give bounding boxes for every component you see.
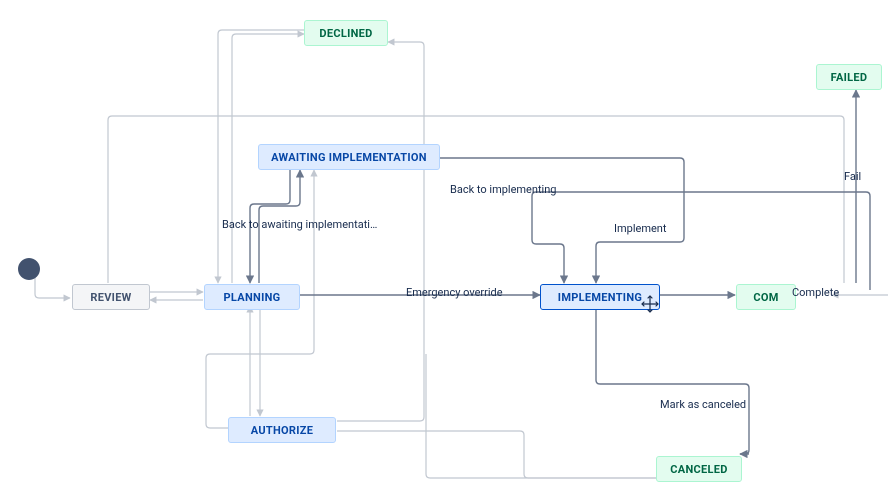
transition-back-to-implementing[interactable]: Back to implementing: [450, 183, 556, 196]
transition-emergency-override[interactable]: Emergency override: [406, 286, 503, 299]
state-label: AUTHORIZE: [251, 424, 314, 437]
state-label: IMPLEMENTING: [558, 291, 642, 304]
state-failed[interactable]: FAILED: [816, 64, 882, 90]
workflow-canvas[interactable]: REVIEW PLANNING AUTHORIZE AWAITING IMPLE…: [0, 0, 894, 501]
state-canceled[interactable]: CANCELED: [656, 456, 742, 482]
state-label: PLANNING: [224, 291, 281, 304]
state-label: DECLINED: [319, 27, 372, 40]
transition-back-to-awaiting[interactable]: Back to awaiting implementati…: [222, 218, 377, 231]
state-awaiting-implementation[interactable]: AWAITING IMPLEMENTATION: [258, 144, 440, 170]
transition-complete[interactable]: Complete: [792, 286, 839, 299]
state-label: AWAITING IMPLEMENTATION: [271, 151, 427, 164]
connector-layer: [0, 0, 894, 501]
state-declined[interactable]: DECLINED: [304, 20, 388, 46]
state-review[interactable]: REVIEW: [72, 284, 150, 310]
state-label: COM: [753, 291, 778, 304]
transition-mark-canceled[interactable]: Mark as canceled: [660, 398, 746, 411]
state-planning[interactable]: PLANNING: [204, 284, 300, 310]
state-label: REVIEW: [90, 291, 131, 304]
transition-fail[interactable]: Fail: [844, 170, 861, 183]
state-implementing[interactable]: IMPLEMENTING: [540, 284, 660, 310]
start-node[interactable]: [18, 258, 40, 280]
state-label: CANCELED: [670, 463, 727, 476]
state-label: FAILED: [831, 71, 868, 84]
state-authorize[interactable]: AUTHORIZE: [228, 417, 336, 443]
transition-implement[interactable]: Implement: [614, 222, 666, 235]
state-completed[interactable]: COM: [736, 284, 796, 310]
